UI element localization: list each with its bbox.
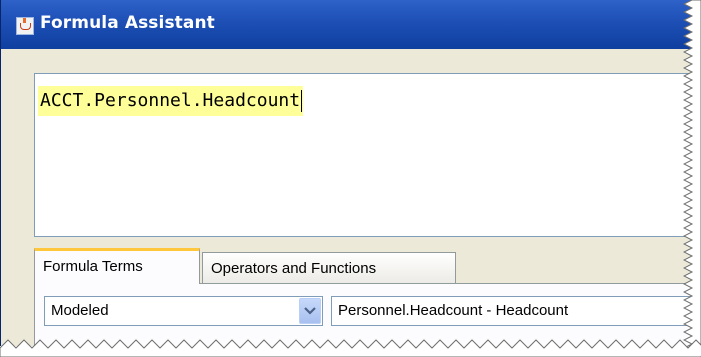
torn-edge-right <box>683 0 701 357</box>
window-title: Formula Assistant <box>40 13 215 33</box>
title-bar[interactable]: Formula Assistant <box>1 0 693 49</box>
formula-text: ACCT.Personnel.Headcount <box>40 90 301 111</box>
terms-tab-panel: Formula Terms Operators and Functions Mo… <box>34 248 693 346</box>
dropdown-button[interactable] <box>299 298 321 324</box>
term-type-selected-value: Modeled <box>51 302 109 319</box>
term-field[interactable]: Personnel.Headcount - Headcount <box>331 296 693 326</box>
tab-formula-terms[interactable]: Formula Terms <box>34 248 200 284</box>
text-caret <box>301 90 303 112</box>
dialog-content: ACCT.Personnel.Headcount Formula Terms O… <box>1 49 693 346</box>
tab-operators-and-functions[interactable]: Operators and Functions <box>202 252 456 283</box>
term-type-select[interactable]: Modeled <box>44 296 323 326</box>
chevron-down-icon <box>304 307 316 315</box>
formula-assistant-window: Formula Assistant ACCT.Personnel.Headcou… <box>0 0 693 346</box>
formula-text-highlight: ACCT.Personnel.Headcount <box>38 86 304 116</box>
term-field-value: Personnel.Headcount - Headcount <box>338 302 569 319</box>
torn-edge-bottom <box>0 339 701 357</box>
formula-terms-tab-body: Modeled Personnel.Headcount - Headcount <box>34 283 693 346</box>
java-cup-icon <box>16 17 34 35</box>
formula-editor[interactable]: ACCT.Personnel.Headcount <box>34 73 693 237</box>
